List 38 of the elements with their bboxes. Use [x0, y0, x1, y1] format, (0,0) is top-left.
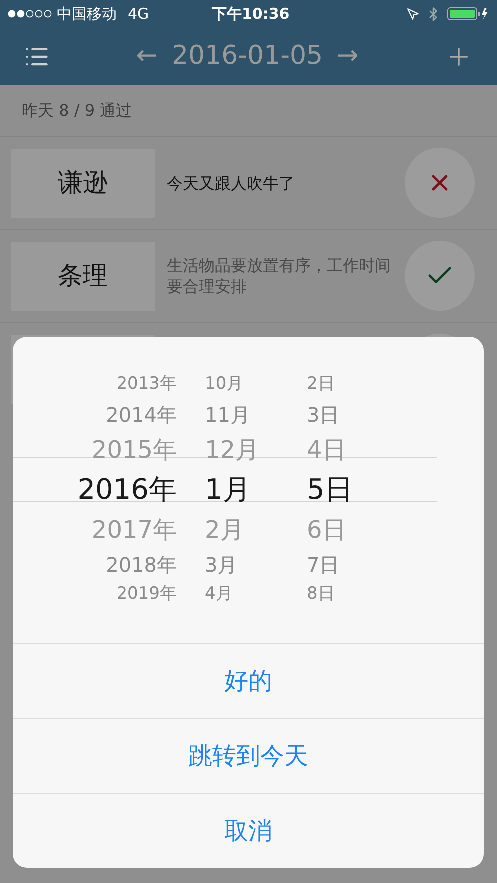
- picker-option[interactable]: 12月: [205, 432, 260, 468]
- habit-note: 今天又跟人吹牛了: [166, 172, 296, 194]
- habit-note: 生活物品要放置有序，工作时间要合理安排: [166, 255, 392, 297]
- network-type: 4G: [128, 4, 150, 25]
- picker-option[interactable]: 2015年: [92, 432, 177, 468]
- picker-option[interactable]: 2018年: [106, 550, 177, 580]
- location-icon: [407, 8, 420, 20]
- carrier-name: 中国移动: [57, 4, 117, 25]
- picker-option[interactable]: 4日: [307, 432, 346, 468]
- picker-option[interactable]: 4月: [205, 582, 233, 608]
- action-button[interactable]: 取消: [13, 793, 484, 868]
- action-button[interactable]: 好的: [13, 643, 484, 718]
- summary-text: 昨天 8 / 9 通过: [22, 100, 132, 122]
- picker-option[interactable]: 2日: [307, 372, 335, 398]
- picker-option[interactable]: 2014年: [106, 400, 177, 430]
- picker-option[interactable]: 10月: [205, 372, 244, 398]
- habit-name: 谦逊: [11, 148, 155, 218]
- picker-option[interactable]: 2016年: [78, 469, 177, 511]
- habit-name: 条理: [11, 242, 155, 310]
- picker-option[interactable]: 7日: [307, 550, 340, 580]
- picker-option[interactable]: 11月: [205, 400, 250, 430]
- next-day-button[interactable]: →: [337, 37, 359, 76]
- picker-option[interactable]: 2019年: [116, 582, 177, 608]
- status-time: 下午10:36: [212, 4, 290, 25]
- current-date[interactable]: 2016-01-05: [172, 37, 324, 76]
- picker-option[interactable]: 1月: [205, 469, 251, 511]
- action-button[interactable]: 跳转到今天: [13, 718, 484, 793]
- picker-option[interactable]: 8日: [307, 582, 335, 608]
- picker-option[interactable]: 3月: [205, 550, 238, 580]
- picker-option[interactable]: 2013年: [116, 372, 177, 398]
- picker-option[interactable]: 2月: [205, 512, 244, 548]
- picker-option[interactable]: 2017年: [92, 512, 177, 548]
- picker-option[interactable]: 3日: [307, 400, 340, 430]
- previous-day-button[interactable]: ←: [136, 37, 158, 76]
- picker-option[interactable]: 5日: [307, 469, 353, 511]
- battery-icon: [447, 7, 489, 21]
- picker-option[interactable]: 6日: [307, 512, 346, 548]
- signal-icon: [8, 10, 52, 18]
